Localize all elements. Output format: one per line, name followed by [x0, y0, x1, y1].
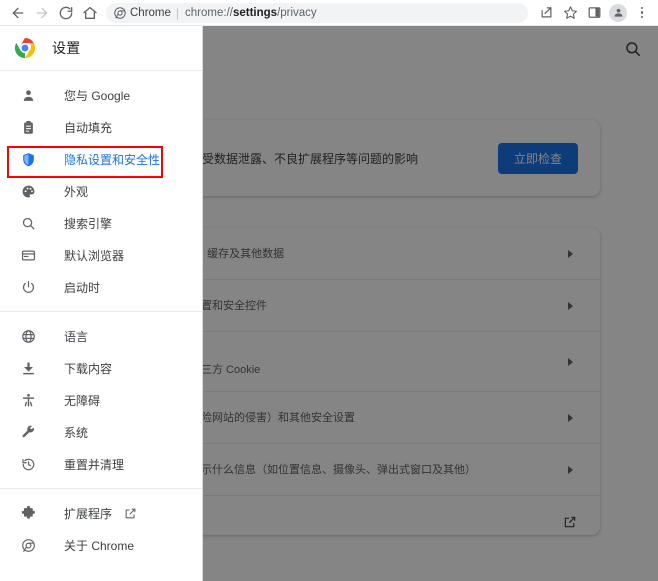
url-suffix: /privacy: [277, 6, 317, 19]
forward-button[interactable]: [30, 1, 54, 25]
share-button[interactable]: [534, 1, 558, 25]
sidebar-item-label: 语言: [64, 329, 89, 344]
chrome-logo-icon: [14, 37, 36, 59]
share-icon: [541, 7, 551, 18]
sidebar-item-label: 下载内容: [64, 361, 113, 376]
toolbar-actions: [534, 1, 654, 25]
sidebar-item-accessibility[interactable]: 无障碍: [0, 384, 202, 416]
sidebar-item-label: 隐私设置和安全性: [64, 152, 161, 167]
sidebar-item-on-startup[interactable]: 启动时: [0, 271, 202, 303]
side-panel-icon: [588, 7, 600, 18]
search-icon: [18, 213, 38, 233]
side-panel-button[interactable]: [582, 1, 606, 25]
download-icon: [18, 358, 38, 378]
home-icon: [83, 6, 97, 19]
power-icon: [18, 277, 38, 297]
address-bar[interactable]: Chrome | chrome://settings/privacy: [106, 2, 528, 23]
back-arrow-icon: [12, 7, 24, 18]
sidebar-item-label: 重置并清理: [64, 457, 125, 472]
person-icon: [18, 85, 38, 105]
sidebar-group-footer: 扩展程序 关于 Chrome: [0, 489, 202, 569]
sidebar-item-label: 启动时: [64, 280, 101, 295]
url-prefix: chrome://: [185, 6, 233, 19]
sidebar-item-label: 您与 Google: [64, 88, 131, 103]
star-icon: [563, 6, 577, 19]
shield-icon: [18, 149, 38, 169]
sidebar-item-default-browser[interactable]: 默认浏览器: [0, 239, 202, 271]
sidebar-item-label: 扩展程序: [64, 506, 113, 521]
url-bold-segment: settings: [232, 6, 278, 19]
settings-sidebar: 设置 您与 Google 自动填充 隐私设置和安全性 外观 搜索引擎 默认浏览器…: [0, 26, 203, 581]
sidebar-item-label: 外观: [64, 184, 89, 199]
browser-toolbar: Chrome | chrome://settings/privacy: [0, 0, 658, 26]
restore-icon: [18, 454, 38, 474]
sidebar-item-autofill[interactable]: 自动填充: [0, 111, 202, 143]
omnibox-chip: Chrome: [114, 7, 171, 19]
bookmark-button[interactable]: [558, 1, 582, 25]
sidebar-item-label: 无障碍: [64, 393, 101, 408]
sidebar-item-label: 自动填充: [64, 120, 113, 135]
external-link-icon: [124, 507, 137, 520]
sidebar-item-search-engine[interactable]: 搜索引擎: [0, 207, 202, 239]
omnibox-url: chrome://settings/privacy: [185, 7, 317, 19]
chrome-logo-icon: [114, 6, 126, 19]
wrench-icon: [18, 422, 38, 442]
sidebar-item-languages[interactable]: 语言: [0, 320, 202, 352]
sidebar-item-reset-and-cleanup[interactable]: 重置并清理: [0, 448, 202, 480]
page-viewport: 免受数据泄露、不良扩展程序等问题的影响 立即检查 e、缓存及其他数据 设置和安全…: [0, 26, 658, 581]
sidebar-item-extensions[interactable]: 扩展程序: [0, 497, 202, 529]
clipboard-icon: [18, 117, 38, 137]
sidebar-group-advanced: 语言 下载内容 无障碍 系统 重置并清理: [0, 312, 202, 488]
sidebar-item-label: 关于 Chrome: [64, 538, 135, 553]
globe-icon: [18, 326, 38, 346]
browser-menu-button[interactable]: [630, 1, 654, 25]
sidebar-group-primary: 您与 Google 自动填充 隐私设置和安全性 外观 搜索引擎 默认浏览器 启动…: [0, 71, 202, 311]
sidebar-item-downloads[interactable]: 下载内容: [0, 352, 202, 384]
palette-icon: [18, 181, 38, 201]
forward-arrow-icon: [36, 7, 48, 18]
accessibility-icon: [18, 390, 38, 410]
sidebar-item-appearance[interactable]: 外观: [0, 175, 202, 207]
puzzle-icon: [18, 503, 38, 523]
sidebar-item-you-and-google[interactable]: 您与 Google: [0, 79, 202, 111]
reload-icon: [59, 6, 73, 19]
sidebar-item-label: 系统: [64, 425, 89, 440]
browser-icon: [18, 245, 38, 265]
omnibox-separator: |: [175, 5, 180, 20]
sidebar-item-label: 默认浏览器: [64, 248, 125, 263]
home-button[interactable]: [78, 1, 102, 25]
back-button[interactable]: [6, 1, 30, 25]
omnibox-chip-label: Chrome: [130, 6, 171, 19]
profile-button[interactable]: [609, 3, 627, 22]
chrome-outline-icon: [18, 535, 38, 555]
sidebar-item-privacy-and-security[interactable]: 隐私设置和安全性: [0, 143, 202, 175]
sidebar-title: 设置: [52, 40, 81, 56]
sidebar-item-label: 搜索引擎: [64, 216, 113, 231]
sidebar-header: 设置: [0, 26, 202, 71]
reload-button[interactable]: [54, 1, 78, 25]
sidebar-item-about-chrome[interactable]: 关于 Chrome: [0, 529, 202, 561]
sidebar-item-system[interactable]: 系统: [0, 416, 202, 448]
avatar-icon: [614, 8, 622, 17]
three-dot-menu-icon: [640, 6, 644, 19]
